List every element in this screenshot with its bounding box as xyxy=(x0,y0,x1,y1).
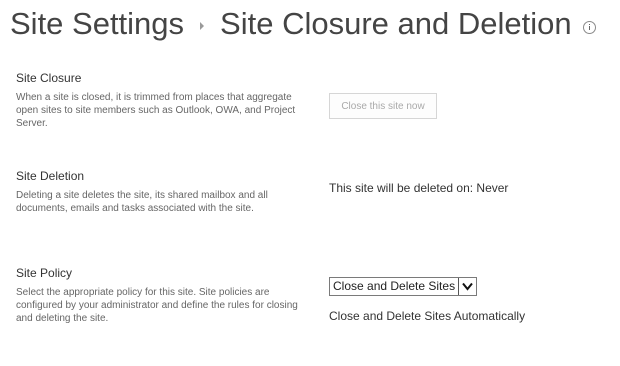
site-closure-heading: Site Closure xyxy=(16,71,82,85)
site-policy-selected-value: Close and Delete Sites xyxy=(333,279,456,293)
breadcrumb-site-settings-link[interactable]: Site Settings xyxy=(10,6,184,42)
site-policy-selected-description: Close and Delete Sites Automatically xyxy=(329,309,526,323)
site-deletion-section: Site Deletion Deleting a site deletes th… xyxy=(16,168,306,215)
site-policy-section: Site Policy Select the appropriate polic… xyxy=(16,265,306,325)
site-policy-select[interactable]: Close and Delete Sites xyxy=(329,277,478,296)
chevron-down-icon[interactable] xyxy=(458,278,477,295)
deletion-date-status: This site will be deleted on: Never xyxy=(329,181,509,195)
breadcrumb-separator-icon xyxy=(200,22,205,30)
close-site-button[interactable]: Close this site now xyxy=(329,93,437,119)
site-deletion-heading: Site Deletion xyxy=(16,169,85,183)
site-closure-description: When a site is closed, it is trimmed fro… xyxy=(16,92,296,129)
page-header: Site Settings Site Closure and Deletion xyxy=(10,2,596,46)
site-policy-heading: Site Policy xyxy=(16,266,73,280)
site-policy-description: Select the appropriate policy for this s… xyxy=(16,287,298,324)
site-closure-section: Site Closure When a site is closed, it i… xyxy=(16,70,306,130)
site-deletion-description: Deleting a site deletes the site, its sh… xyxy=(16,190,268,214)
page-title: Site Closure and Deletion xyxy=(220,6,572,41)
info-icon[interactable] xyxy=(582,20,596,34)
